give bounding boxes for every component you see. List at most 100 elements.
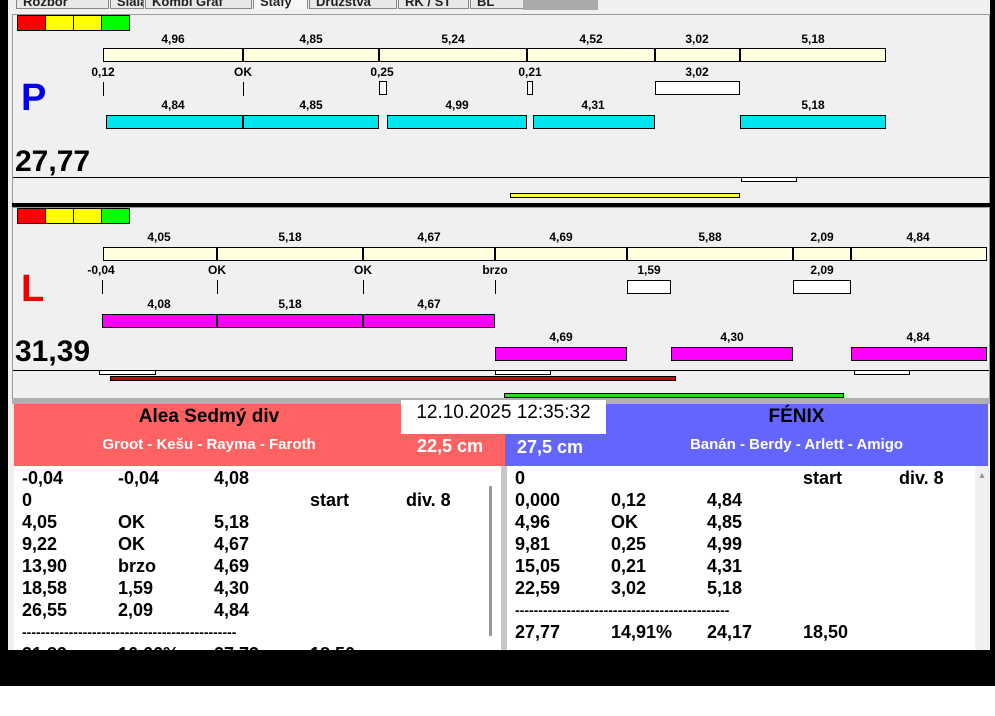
cream-segment [379,48,527,62]
distance-label: 4,67 [417,297,441,311]
distance-label: 4,69 [549,330,573,344]
cream-segment [103,247,217,261]
left-team-size: 22,5 cm [417,436,484,456]
table-row: 18,58 1,59 4,30 [14,578,501,600]
gap-box [495,370,551,375]
lane-total: 27,77 [15,145,91,178]
gap-box [527,81,533,95]
table-cell: 22,59 [515,578,561,598]
table-cell: 15,05 [515,556,561,576]
lane-letter: P [21,77,47,119]
table-cell: 4,99 [707,534,743,554]
table-cell: brzo [118,556,156,576]
distance-label: 5,24 [441,32,465,46]
distance-label: 4,67 [417,230,441,244]
table-cell: 0,21 [611,556,647,576]
distance-label: 4,30 [720,330,744,344]
table-cell: 4,30 [214,578,250,598]
indicator-green [101,15,130,31]
cyan-segment [387,115,527,129]
distance-label: OK [234,65,252,79]
indicator-red [17,208,46,224]
magenta-segment [102,314,217,328]
tab-4[interactable]: Družstva [309,0,397,9]
table-cell: 4,85 [707,512,743,532]
cream-segment [217,247,363,261]
marker-tick [102,280,103,294]
table-cell: start [803,468,843,488]
cream-segment [655,48,740,62]
tab-bar-filler [523,0,598,10]
right-team-size: 27,5 cm [517,437,584,457]
panel-l: 4,05 5,18 4,67 4,69 5,88 2,09 4,84 -0,04 OK OK brz… [12,207,990,399]
cyan-segment [533,115,655,129]
distance-label: 0,21 [518,65,542,79]
tab-1[interactable]: Síala [110,0,144,9]
cream-segment [363,247,495,261]
table-cell: -0,04 [22,468,64,488]
summary-cell: 16,66% [118,644,179,650]
summary-cell: 14,91% [611,622,673,642]
distance-label: 3,02 [685,65,709,79]
table-cell: 3,02 [611,578,647,598]
summary-cell: 18,50 [310,644,355,650]
table-row: 0 start div. 8 [507,468,975,490]
gap-box [793,280,851,294]
table-row: 9,81 0,25 4,99 [507,534,975,556]
right-team-members: Banán - Berdy - Arlett - Amigo [689,436,904,453]
panel-p: 4,96 4,85 5,24 4,52 3,02 5,18 0,12 OK 0,25 0,21 3,… [12,14,990,204]
cream-segment [495,247,627,261]
table-row: 4,05 OK 5,18 [14,512,501,534]
tab-5[interactable]: RK / ST [398,0,469,9]
cyan-segment [740,115,886,129]
magenta-segment [217,314,363,328]
magenta-segment [495,347,627,361]
marker-tick [243,82,244,96]
cream-segment [103,48,243,62]
cream-segment [627,247,793,261]
datetime: 12.10.2025 12:35:32 [401,400,606,434]
distance-label: 4,85 [299,32,323,46]
left-results-list[interactable]: -0,04 -0,04 4,08 0 start div. 8 4,05 OK 5,18 9,22… [14,466,501,650]
table-cell: 5,18 [707,578,743,598]
distance-label: 0,12 [91,65,115,79]
magenta-segment [671,347,793,361]
right-team-name: FÉNIX [768,406,825,427]
right-scrollbar[interactable]: ▲ [975,466,989,650]
magenta-segment [363,314,495,328]
distance-label: 4,96 [161,32,185,46]
distance-label: 4,85 [299,98,323,112]
cream-segment [243,48,379,62]
table-cell: OK [118,534,145,554]
distance-label: -0,04 [87,263,115,277]
summary-cell: 27,77 [515,622,561,642]
marker-tick [217,280,218,294]
tab-6[interactable]: BL [470,0,530,9]
lane-total: 31,39 [15,335,91,368]
table-cell: 13,90 [22,556,68,576]
summary-cell: 27,73 [214,644,259,650]
table-cell: 0 [22,490,33,510]
marker-tick [363,280,364,294]
table-cell: 4,69 [214,556,250,576]
distance-label: 4,84 [906,230,930,244]
summary-cell: 18,50 [803,622,849,642]
scroll-up-icon[interactable]: ▲ [975,470,989,480]
distance-label: 1,59 [637,263,661,277]
table-row: 15,05 0,21 4,31 [507,556,975,578]
left-team-members: Groot - Kešu - Rayma - Faroth [102,436,316,453]
summary-row: 31,39 16,66% 27,73 18,50 [14,644,501,650]
tab-2[interactable]: Kombi Graf [145,0,252,9]
cyan-segment [106,115,243,129]
tab-3[interactable]: Štafy [253,0,308,9]
table-cell: start [310,490,350,510]
left-team-name: Alea Sedmý div [138,406,280,427]
distance-label: 4,84 [906,330,930,344]
distance-label: 5,18 [801,98,825,112]
tab-0[interactable]: Rozbor [16,0,109,9]
distance-label: 4,69 [549,230,573,244]
table-cell: 2,09 [118,600,154,620]
table-cell: div. 8 [406,490,451,510]
indicator-yellow [73,208,102,224]
right-results-list[interactable]: 0 start div. 8 0,000 0,12 4,84 4,96 OK 4,85 9,81 0… [507,466,975,650]
